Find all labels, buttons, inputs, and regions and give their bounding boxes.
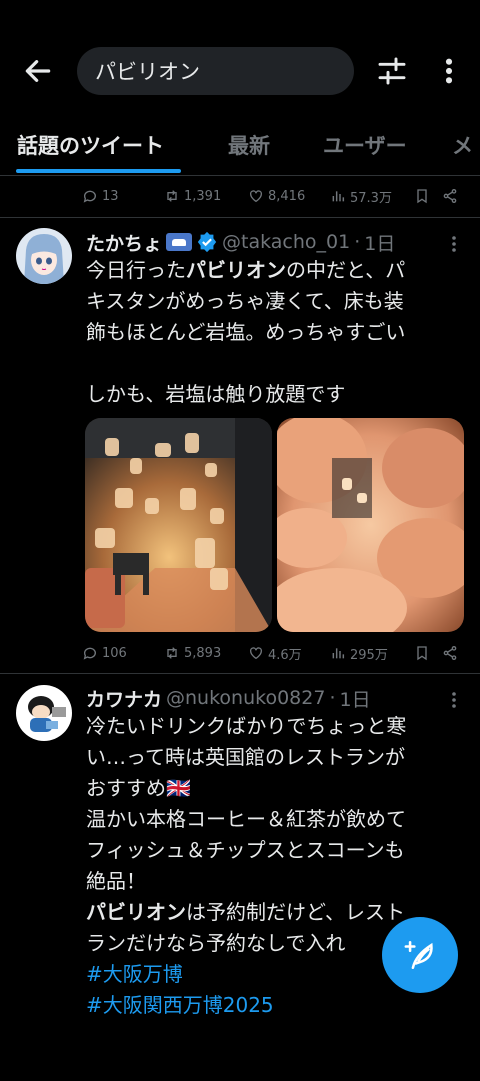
- tweet-header: カワナカ @nukonuko0827 · 1日: [86, 684, 446, 712]
- timestamp[interactable]: 1日: [339, 685, 370, 712]
- share-button[interactable]: [442, 641, 458, 665]
- retweet-icon: [167, 647, 177, 659]
- tweet-line: しかも、岩塩は触り放題です: [86, 382, 346, 406]
- tab-latest[interactable]: 最新: [228, 130, 270, 160]
- hashtag-link[interactable]: #大阪関西万博2025: [86, 990, 466, 1021]
- more-vertical-icon[interactable]: [446, 232, 462, 256]
- share-icon: [443, 189, 457, 203]
- retweet-button[interactable]: 5,893: [164, 641, 221, 665]
- salt-closeup-photo: [277, 418, 464, 632]
- tweet-line: 絶品！: [86, 869, 146, 893]
- tweet-actions: 106 5,893 4.6万 295万: [82, 641, 462, 665]
- more-vertical-icon[interactable]: [437, 55, 461, 87]
- reply-button[interactable]: 13: [82, 184, 119, 208]
- flag-emoji-icon: [166, 233, 193, 251]
- divider: [0, 217, 480, 218]
- tweet-line: [86, 348, 466, 379]
- reply-count: 13: [102, 188, 119, 204]
- prev-tweet-actions: 13 1,391 8,416 57.3万: [82, 184, 462, 208]
- salt-display-photo: [85, 418, 272, 632]
- tweet-line: 飾もほとんど岩塩。めっちゃすごい: [86, 320, 406, 344]
- search-value: パビリオン: [95, 60, 200, 84]
- retweet-button[interactable]: 1,391: [164, 184, 221, 208]
- views-count: 57.3万: [350, 190, 392, 206]
- tweet-image-1[interactable]: [85, 418, 272, 632]
- bookmark-button[interactable]: [414, 641, 430, 665]
- like-icon: [250, 647, 262, 660]
- timestamp[interactable]: 1日: [364, 229, 395, 256]
- search-tabs: 話題のツイート 最新 ユーザー メ: [0, 120, 480, 176]
- retweet-icon: [167, 190, 177, 202]
- handle[interactable]: @takacho_01: [222, 231, 350, 253]
- tweet-text: 今日行ったパビリオンの中だと、パ キスタンがめっちゃ凄くて、床も装 飾もほとんど…: [86, 255, 466, 410]
- avatar[interactable]: [16, 685, 72, 741]
- views-button[interactable]: 295万: [330, 641, 388, 665]
- avatar-illustration: [16, 685, 72, 741]
- views-icon: [332, 191, 345, 202]
- tweet-line: 冷たいドリンクばかりでちょっと寒: [86, 714, 407, 738]
- tweet-line: フィッシュ＆チップスとスコーンも: [86, 838, 405, 862]
- views-button[interactable]: 57.3万: [330, 184, 392, 208]
- tweet-line: キスタンがめっちゃ凄くて、床も装: [86, 289, 404, 313]
- tab-users[interactable]: ユーザー: [323, 130, 407, 160]
- tweet-line: おすすめ🇬🇧: [86, 776, 191, 800]
- compose-button[interactable]: [382, 917, 458, 993]
- top-bar: パビリオン 話題のツイート 最新 ユーザー メ: [0, 0, 480, 176]
- like-count: 8,416: [268, 188, 306, 204]
- views-icon: [332, 648, 345, 659]
- search-input[interactable]: パビリオン: [77, 47, 354, 95]
- like-button[interactable]: 4.6万: [248, 641, 302, 665]
- display-name[interactable]: カワナカ: [86, 685, 162, 712]
- avatar-illustration: [16, 228, 72, 284]
- reply-icon: [83, 190, 96, 203]
- share-icon: [443, 646, 457, 660]
- tab-media[interactable]: メ: [452, 130, 473, 160]
- tweet-line: 温かい本格コーヒー＆紅茶が飲めて: [86, 807, 406, 831]
- views-count: 295万: [350, 647, 388, 663]
- separator-dot: ·: [354, 231, 361, 253]
- active-tab-indicator: [16, 169, 181, 173]
- bookmark-icon: [417, 646, 427, 661]
- more-vertical-icon[interactable]: [446, 688, 462, 712]
- share-button[interactable]: [442, 184, 458, 208]
- divider: [0, 673, 480, 674]
- reply-icon: [83, 647, 96, 660]
- like-icon: [250, 190, 262, 203]
- reply-count: 106: [102, 645, 127, 661]
- like-button[interactable]: 8,416: [248, 184, 305, 208]
- bookmark-icon: [417, 189, 427, 204]
- bookmark-button[interactable]: [414, 184, 430, 208]
- reply-button[interactable]: 106: [82, 641, 127, 665]
- retweet-count: 5,893: [184, 645, 222, 661]
- tweet-line: 今日行ったパビリオンの中だと、パ: [86, 258, 406, 282]
- display-name[interactable]: たかちょ: [86, 229, 162, 256]
- tab-top[interactable]: 話題のツイート: [17, 130, 164, 160]
- handle[interactable]: @nukonuko0827: [166, 687, 325, 709]
- tweet-image-2[interactable]: [277, 418, 464, 632]
- back-arrow-icon[interactable]: [22, 55, 54, 87]
- filter-icon[interactable]: [376, 55, 408, 87]
- avatar[interactable]: [16, 228, 72, 284]
- tweet-header: たかちょ @takacho_01 · 1日: [86, 228, 446, 256]
- separator-dot: ·: [329, 687, 336, 709]
- like-count: 4.6万: [268, 647, 302, 663]
- compose-icon: [404, 940, 433, 970]
- retweet-count: 1,391: [184, 188, 222, 204]
- verified-icon: [197, 231, 217, 253]
- tweet-line: い…って時は英国館のレストランが: [86, 745, 405, 769]
